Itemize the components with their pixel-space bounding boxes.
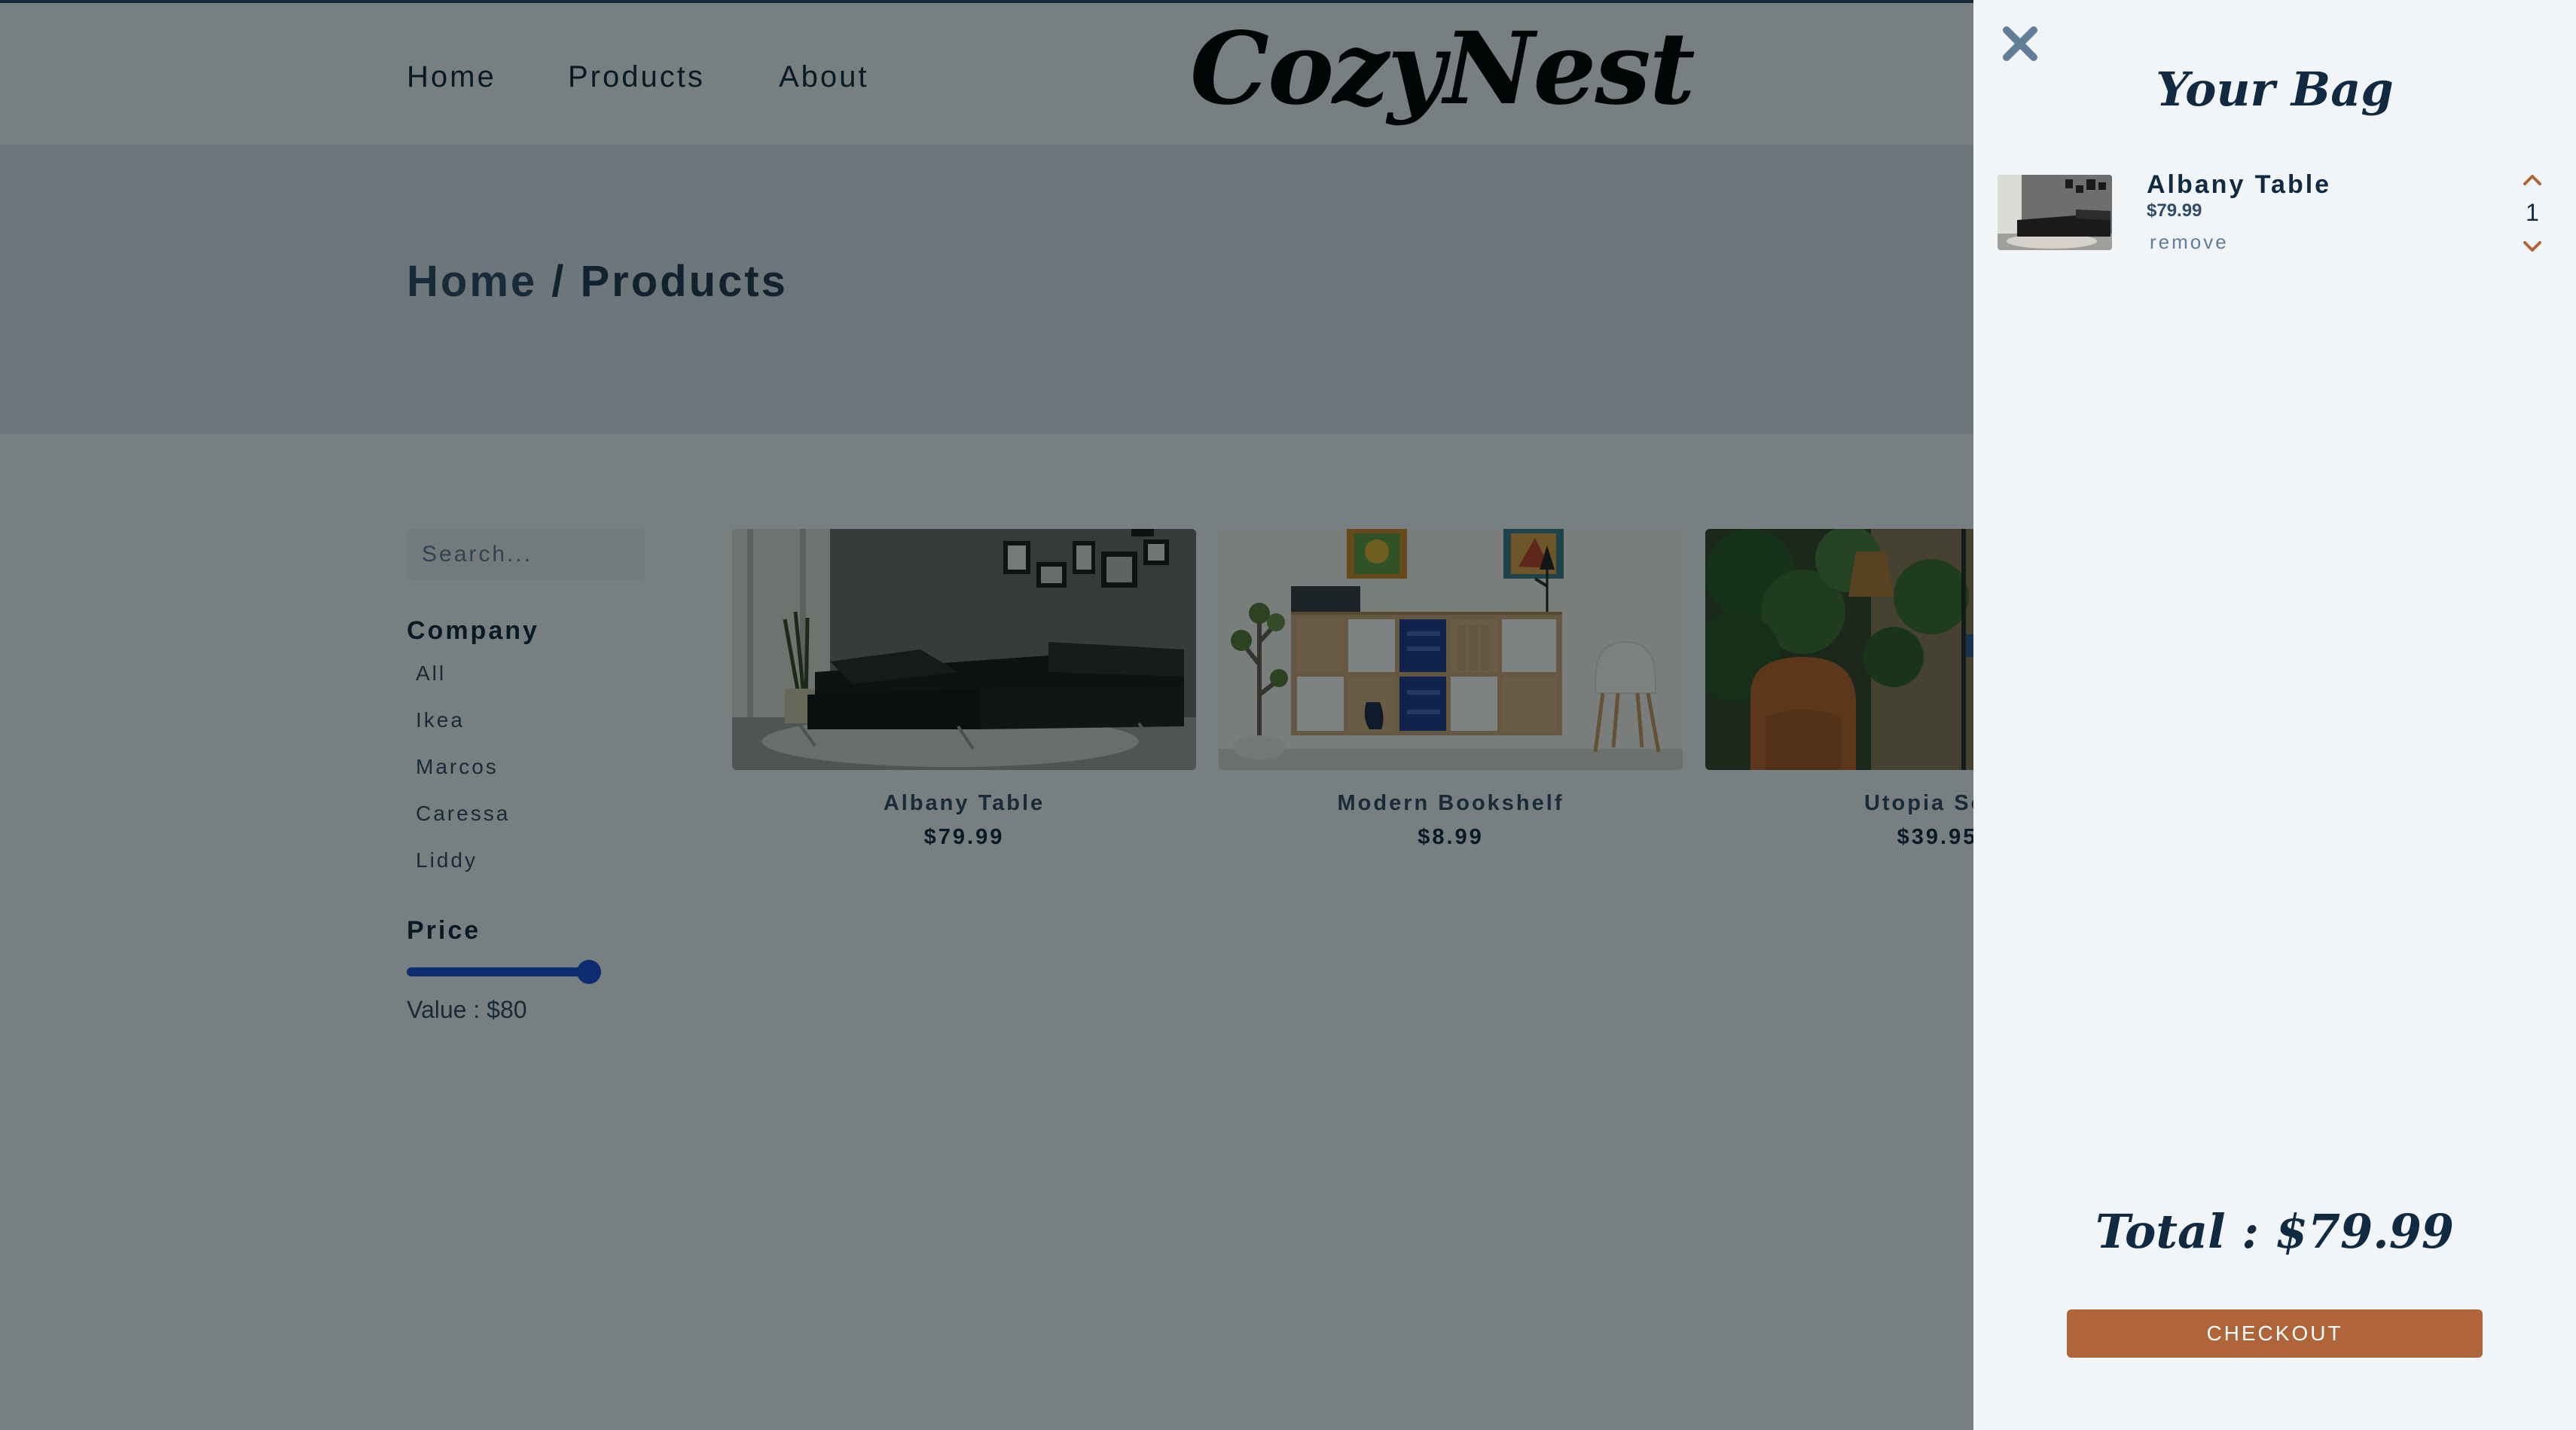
cart-item-price: $79.99 (2147, 200, 2202, 221)
cart-item-name: Albany Table (2147, 170, 2332, 199)
chevron-up-icon (2523, 175, 2541, 185)
cart-item-image (1998, 175, 2112, 250)
close-icon (2003, 26, 2037, 61)
item-amount: 1 (2526, 199, 2539, 226)
sectional-sofa-thumbnail (1998, 175, 2112, 250)
chevron-down-icon (2523, 241, 2541, 252)
cart-total: Total : $79.99 (2095, 1204, 2455, 1259)
increase-amount-button[interactable] (2519, 170, 2546, 190)
checkout-button[interactable]: CHECKOUT (2067, 1309, 2483, 1358)
remove-item-button[interactable]: remove (2147, 231, 2232, 254)
close-cart-button[interactable] (1998, 21, 2043, 66)
cart-title: Your Bag (2156, 62, 2394, 117)
cart-sidebar: Your Bag Albany Table $79.99 remove 1 To… (1973, 0, 2576, 1430)
decrease-amount-button[interactable] (2519, 237, 2546, 256)
cart-item: Albany Table $79.99 remove 1 (1998, 170, 2555, 261)
